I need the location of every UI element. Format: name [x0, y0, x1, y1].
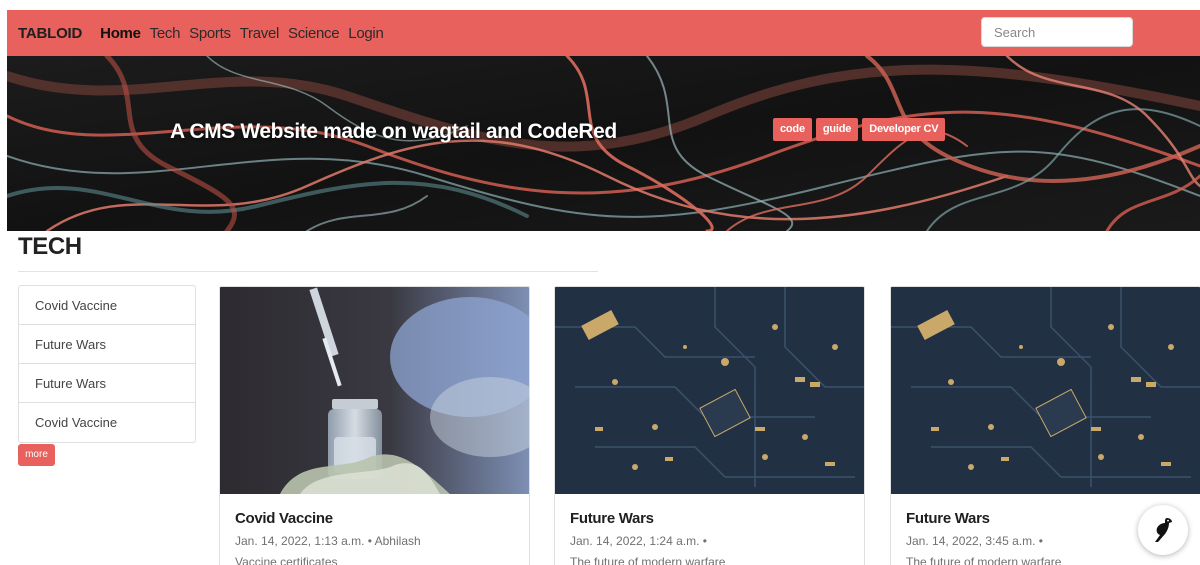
- card-description: The future of modern warfare: [570, 555, 726, 565]
- nav-link-login[interactable]: Login: [348, 25, 384, 42]
- tag-guide[interactable]: guide: [815, 118, 859, 141]
- sidebar-item-future-wars-2[interactable]: Future Wars: [19, 364, 195, 403]
- nav-link-science[interactable]: Science: [288, 25, 340, 42]
- card-meta: Jan. 14, 2022, 3:45 a.m. •: [906, 534, 1043, 548]
- card-title[interactable]: Future Wars: [570, 510, 654, 527]
- card-description: The future of modern warfare: [906, 555, 1062, 565]
- article-card-covid-vaccine[interactable]: Covid Vaccine Jan. 14, 2022, 1:13 a.m. •…: [219, 286, 530, 565]
- brand-logo[interactable]: TABLOID: [18, 25, 82, 42]
- nav-link-tech[interactable]: Tech: [150, 25, 181, 42]
- card-meta: Jan. 14, 2022, 1:24 a.m. •: [570, 534, 707, 548]
- circuit-board-image[interactable]: [555, 287, 864, 494]
- card-title[interactable]: Covid Vaccine: [235, 510, 333, 527]
- wagtail-userbar-button[interactable]: [1138, 505, 1188, 555]
- vaccine-vial-image[interactable]: [220, 287, 529, 494]
- sidebar-item-future-wars[interactable]: Future Wars: [19, 325, 195, 364]
- card-meta: Jan. 14, 2022, 1:13 a.m. • Abhilash: [235, 534, 421, 548]
- hero-banner: A CMS Website made on wagtail and CodeRe…: [7, 56, 1200, 231]
- tag-code[interactable]: code: [773, 118, 812, 141]
- search-input[interactable]: [981, 17, 1133, 47]
- card-description: Vaccine certificates: [235, 555, 338, 565]
- wagtail-bird-icon: [1155, 518, 1172, 542]
- nav-link-home[interactable]: Home: [100, 25, 141, 42]
- tag-developer-cv[interactable]: Developer CV: [862, 118, 946, 141]
- nav-link-sports[interactable]: Sports: [189, 25, 231, 42]
- card-title[interactable]: Future Wars: [906, 510, 990, 527]
- hero-tags: code guide Developer CV: [773, 118, 949, 141]
- section-title: TECH: [18, 233, 82, 260]
- nav-links: Home Tech Sports Travel Science Login: [100, 25, 392, 42]
- sidebar-item-covid-vaccine-2[interactable]: Covid Vaccine: [19, 403, 195, 442]
- article-card-future-wars[interactable]: Future Wars Jan. 14, 2022, 1:24 a.m. • T…: [554, 286, 865, 565]
- more-button[interactable]: more: [18, 444, 55, 466]
- sidebar-list: Covid Vaccine Future Wars Future Wars Co…: [18, 285, 196, 443]
- nav-link-travel[interactable]: Travel: [240, 25, 280, 42]
- sidebar-item-covid-vaccine[interactable]: Covid Vaccine: [19, 286, 195, 325]
- section-divider: [18, 271, 598, 272]
- navbar: TABLOID Home Tech Sports Travel Science …: [7, 10, 1200, 56]
- circuit-board-image[interactable]: [891, 287, 1200, 494]
- hero-title: A CMS Website made on wagtail and CodeRe…: [170, 120, 617, 143]
